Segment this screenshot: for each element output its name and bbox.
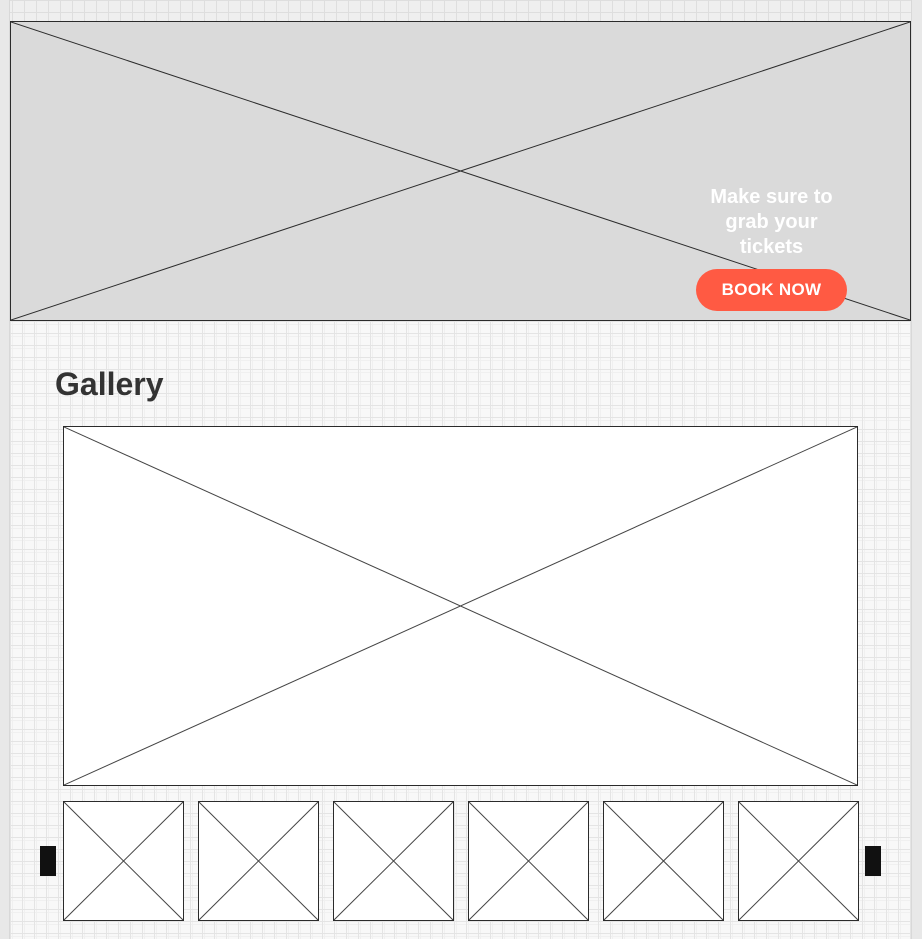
hero-banner-image-placeholder: Make sure to grab your tickets BOOK NOW <box>10 21 911 321</box>
gallery-title: Gallery <box>55 366 164 402</box>
right-gutter <box>911 0 922 939</box>
gallery-thumbnail[interactable] <box>333 801 454 921</box>
gallery-thumbnail[interactable] <box>603 801 724 921</box>
gallery-thumbnail[interactable] <box>198 801 319 921</box>
book-now-button[interactable]: BOOK NOW <box>696 269 847 311</box>
gallery-prev-arrow-icon[interactable] <box>40 846 56 876</box>
gallery-thumbnail[interactable] <box>468 801 589 921</box>
left-gutter <box>0 0 10 939</box>
placeholder-cross-icon <box>199 802 318 920</box>
gallery-main-image-placeholder <box>63 426 858 786</box>
placeholder-cross-icon <box>64 802 183 920</box>
gallery-thumbnail[interactable] <box>738 801 859 921</box>
placeholder-cross-icon <box>469 802 588 920</box>
placeholder-cross-icon <box>604 802 723 920</box>
placeholder-cross-icon <box>334 802 453 920</box>
placeholder-cross-icon <box>739 802 858 920</box>
placeholder-cross-icon <box>64 427 857 785</box>
hero-cta: Make sure to grab your tickets BOOK NOW <box>696 185 847 311</box>
hero-tagline: Make sure to grab your tickets <box>710 186 833 258</box>
gallery-thumbnail[interactable] <box>63 801 184 921</box>
gallery-next-arrow-icon[interactable] <box>865 846 881 876</box>
